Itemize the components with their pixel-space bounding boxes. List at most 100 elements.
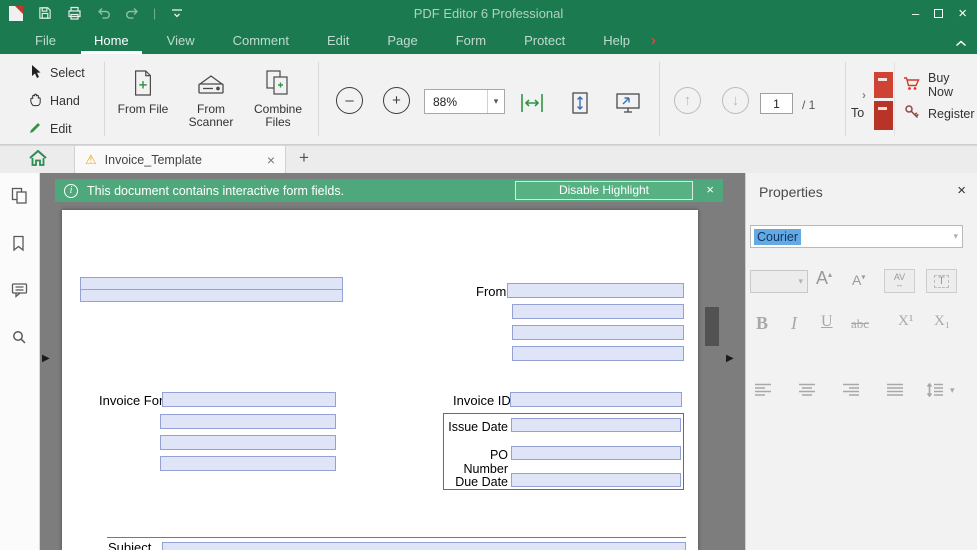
form-field[interactable] — [80, 289, 343, 302]
zoom-level-select[interactable]: 88% ▾ — [424, 89, 505, 114]
search-icon[interactable] — [11, 329, 29, 347]
tab-close-icon[interactable]: × — [267, 152, 275, 168]
bookmarks-icon[interactable] — [11, 235, 29, 253]
form-field[interactable] — [160, 435, 336, 450]
due-date-label: Due Date — [455, 475, 508, 489]
decrease-font-size-button[interactable]: A▾ — [852, 272, 865, 288]
convert-other-icon[interactable] — [874, 101, 893, 130]
edit-tool-button[interactable]: Edit — [28, 118, 72, 140]
convert-to-label[interactable]: To — [851, 106, 864, 120]
menu-edit[interactable]: Edit — [308, 26, 368, 54]
form-field[interactable] — [162, 392, 336, 407]
from-scanner-button[interactable]: From Scanner — [180, 62, 242, 129]
font-size-select[interactable]: ▾ — [750, 270, 808, 293]
align-left-button[interactable] — [754, 383, 772, 400]
menu-page[interactable]: Page — [368, 26, 436, 54]
form-field[interactable] — [511, 446, 681, 460]
register-button[interactable]: Register — [904, 104, 975, 123]
select-cursor-icon — [28, 64, 43, 83]
form-field[interactable] — [512, 346, 684, 361]
comments-icon[interactable] — [11, 282, 29, 300]
menu-view[interactable]: View — [148, 26, 214, 54]
increase-font-size-button[interactable]: A▴ — [816, 268, 832, 289]
maximize-icon[interactable] — [934, 7, 944, 20]
subscript-button[interactable]: X₁ — [934, 313, 950, 330]
zoom-out-button[interactable]: – — [336, 87, 363, 114]
redo-icon[interactable] — [124, 5, 140, 21]
menu-form[interactable]: Form — [437, 26, 505, 54]
undo-icon[interactable] — [95, 5, 111, 21]
form-field[interactable] — [160, 456, 336, 471]
previous-page-button[interactable]: ↑ — [674, 87, 701, 114]
strikethrough-button[interactable]: abc — [851, 316, 869, 332]
form-field[interactable] — [511, 473, 681, 487]
save-icon[interactable] — [37, 5, 53, 21]
info-icon: i — [64, 183, 78, 198]
titlebar: | PDF Editor 6 Professional – × — [0, 0, 977, 26]
underline-button[interactable]: U — [821, 313, 833, 331]
form-field[interactable] — [512, 304, 684, 319]
navigation-sidebar — [0, 173, 40, 550]
new-tab-button[interactable]: + — [294, 148, 314, 168]
chevron-down-icon[interactable]: ▾ — [950, 385, 955, 396]
form-field[interactable] — [512, 325, 684, 340]
menu-overflow-arrow-icon[interactable]: › — [651, 26, 656, 54]
start-page-tab[interactable] — [26, 149, 50, 170]
zoom-in-button[interactable]: + — [383, 87, 410, 114]
menu-file[interactable]: File — [16, 26, 75, 54]
collapse-ribbon-icon[interactable] — [955, 34, 967, 52]
form-field[interactable] — [160, 414, 336, 429]
form-field[interactable] — [511, 418, 681, 432]
form-field[interactable] — [507, 283, 684, 298]
bold-button[interactable]: B — [756, 313, 768, 334]
vertical-scrollbar-thumb[interactable] — [705, 307, 719, 346]
align-justify-button[interactable] — [886, 383, 904, 400]
superscript-button[interactable]: X¹ — [898, 313, 913, 330]
menu-home[interactable]: Home — [75, 26, 148, 54]
align-center-button[interactable] — [798, 383, 816, 400]
form-field[interactable] — [510, 392, 682, 407]
customize-toolbar-icon[interactable] — [169, 5, 185, 21]
convert-word-icon[interactable] — [874, 72, 893, 98]
font-family-select[interactable]: Courier ▾ — [750, 225, 963, 248]
fit-page-button[interactable] — [565, 88, 595, 118]
buy-now-button[interactable]: Buy Now — [903, 71, 977, 99]
combine-documents-icon — [247, 62, 309, 98]
chevron-down-icon: ▾ — [953, 231, 958, 241]
left-panel-expand-handle[interactable]: ▶ — [42, 353, 50, 364]
document-tab[interactable]: ⚠ Invoice_Template × — [74, 146, 286, 174]
menu-help[interactable]: Help — [584, 26, 649, 54]
character-spacing-button[interactable]: AV ↔ — [884, 269, 915, 293]
select-tool-button[interactable]: Select — [28, 62, 85, 84]
tabbar: ⚠ Invoice_Template × + — [0, 145, 977, 174]
invoice-id-label: Invoice ID — [453, 393, 511, 408]
hand-tool-button[interactable]: Hand — [28, 90, 80, 112]
text-border-style-button[interactable]: T — [926, 269, 957, 293]
print-icon[interactable] — [66, 5, 82, 21]
page-thumbnails-icon[interactable] — [11, 187, 29, 205]
notification-close-icon[interactable]: × — [706, 182, 714, 197]
menu-comment[interactable]: Comment — [214, 26, 308, 54]
from-file-button[interactable]: From File — [112, 62, 174, 116]
fit-width-button[interactable] — [517, 88, 547, 118]
menu-protect[interactable]: Protect — [505, 26, 584, 54]
align-right-button[interactable] — [842, 383, 860, 400]
convert-expand-arrow-icon[interactable]: › — [862, 88, 866, 102]
disable-highlight-button[interactable]: Disable Highlight — [515, 181, 693, 200]
form-field[interactable] — [162, 542, 686, 550]
line-spacing-button[interactable] — [926, 382, 944, 400]
page-number-input[interactable] — [760, 93, 793, 114]
po-number-label: PO Number — [463, 448, 508, 476]
close-icon[interactable]: × — [958, 6, 967, 21]
minimize-icon[interactable]: – — [912, 7, 919, 20]
section-divider — [107, 537, 686, 538]
warning-icon: ⚠ — [85, 152, 97, 167]
fit-visible-button[interactable] — [613, 88, 643, 118]
key-icon — [904, 104, 920, 123]
italic-button[interactable]: I — [791, 313, 797, 334]
properties-close-icon[interactable]: × — [957, 182, 966, 199]
notification-message: This document contains interactive form … — [87, 183, 345, 198]
combine-files-button[interactable]: Combine Files — [247, 62, 309, 129]
next-page-button[interactable]: ↓ — [722, 87, 749, 114]
right-panel-expand-handle[interactable]: ▶ — [726, 353, 734, 364]
